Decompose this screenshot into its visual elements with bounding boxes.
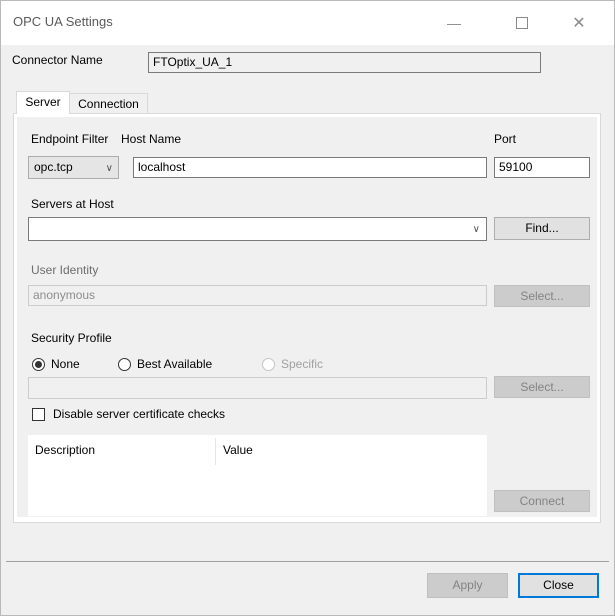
host-name-input[interactable]: localhost bbox=[133, 157, 487, 178]
close-button[interactable]: Close bbox=[518, 573, 599, 598]
radio-specific-label: Specific bbox=[281, 357, 324, 371]
chevron-down-icon: ∨ bbox=[105, 163, 113, 174]
minimize-icon: — bbox=[447, 15, 461, 31]
disable-cert-checkbox[interactable] bbox=[32, 408, 45, 421]
apply-button[interactable]: Apply bbox=[427, 573, 508, 598]
table-header-description: Description bbox=[35, 443, 96, 457]
radio-best-available-label: Best Available bbox=[137, 357, 213, 371]
find-button[interactable]: Find... bbox=[494, 217, 590, 240]
maximize-button[interactable] bbox=[499, 1, 545, 45]
user-identity-field[interactable]: anonymous bbox=[28, 285, 487, 306]
security-select-button[interactable]: Select... bbox=[494, 376, 590, 398]
servers-at-host-combobox[interactable]: ∨ bbox=[28, 217, 487, 241]
window-title: OPC UA Settings bbox=[13, 14, 113, 29]
connector-name-field[interactable]: FTOptix_UA_1 bbox=[148, 52, 541, 73]
port-input[interactable]: 59100 bbox=[494, 157, 590, 178]
radio-none-label: None bbox=[51, 357, 80, 371]
minimize-button[interactable]: — bbox=[431, 1, 477, 45]
radio-best-available[interactable] bbox=[118, 358, 131, 371]
security-profile-field[interactable] bbox=[28, 377, 487, 399]
radio-selected-dot bbox=[35, 361, 42, 368]
user-identity-label: User Identity bbox=[31, 263, 99, 277]
servers-at-host-label: Servers at Host bbox=[31, 197, 114, 211]
column-divider bbox=[215, 438, 216, 465]
connect-button[interactable]: Connect bbox=[494, 490, 590, 512]
tab-server[interactable]: Server bbox=[16, 91, 70, 114]
close-window-button[interactable]: ✕ bbox=[556, 1, 602, 45]
table-header-value: Value bbox=[223, 443, 253, 457]
radio-none[interactable] bbox=[32, 358, 45, 371]
tab-connection[interactable]: Connection bbox=[69, 93, 148, 113]
security-profile-label: Security Profile bbox=[31, 331, 112, 345]
chevron-down-icon: ∨ bbox=[472, 224, 480, 235]
endpoint-filter-label: Endpoint Filter bbox=[31, 132, 109, 146]
footer-divider bbox=[6, 561, 609, 562]
maximize-icon bbox=[516, 17, 528, 29]
port-label: Port bbox=[494, 132, 517, 146]
endpoint-filter-select[interactable]: opc.tcp ∨ bbox=[28, 156, 119, 179]
user-identity-select-button[interactable]: Select... bbox=[494, 285, 590, 307]
endpoint-filter-value: opc.tcp bbox=[34, 160, 73, 174]
opc-ua-settings-dialog: OPC UA Settings — ✕ Connector Name FTOpt… bbox=[0, 0, 615, 616]
disable-cert-label: Disable server certificate checks bbox=[53, 407, 226, 421]
title-bar: OPC UA Settings — ✕ bbox=[1, 1, 614, 45]
host-name-label: Host Name bbox=[121, 132, 182, 146]
properties-table: Description Value bbox=[28, 435, 487, 516]
close-icon: ✕ bbox=[572, 15, 586, 32]
connector-name-label: Connector Name bbox=[12, 53, 103, 67]
radio-specific[interactable] bbox=[262, 358, 275, 371]
